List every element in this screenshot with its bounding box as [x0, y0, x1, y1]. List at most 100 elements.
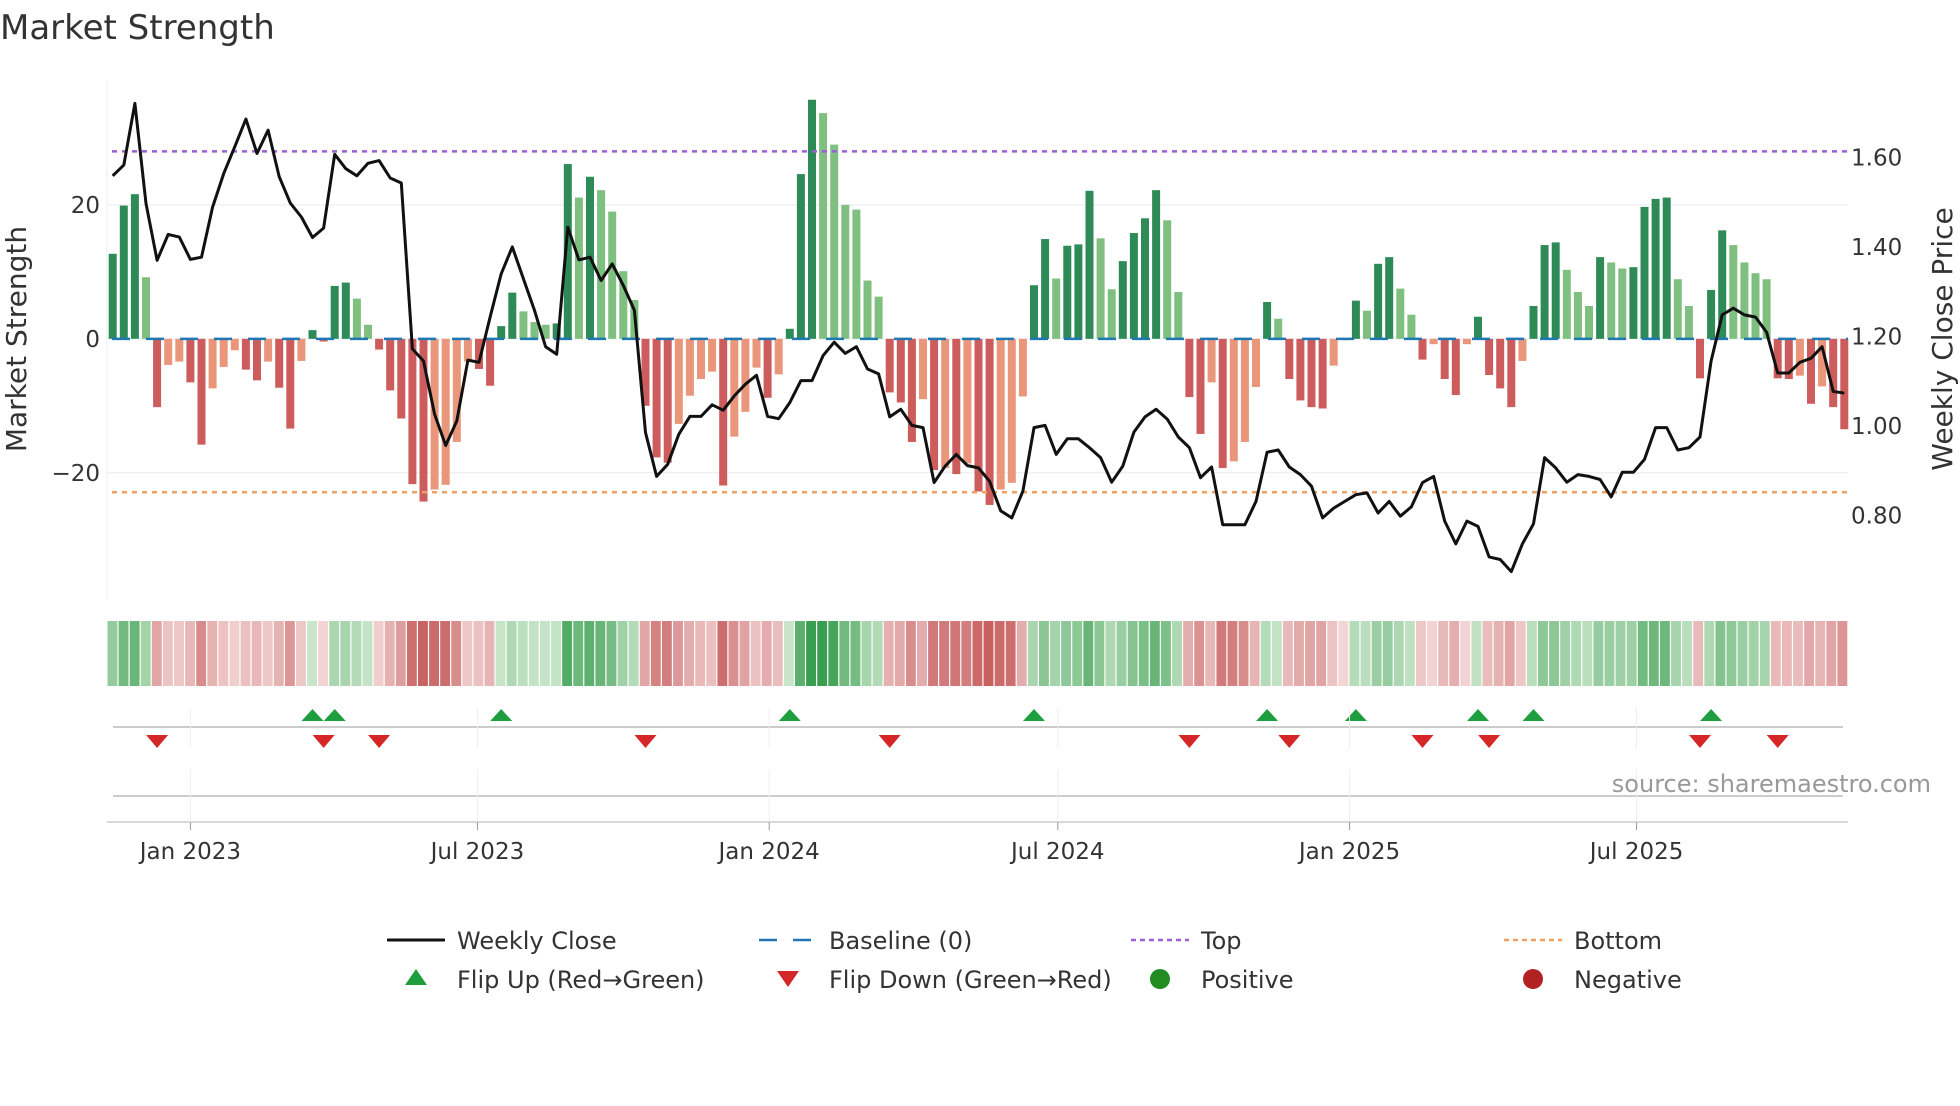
heatmap-cell: [429, 621, 439, 686]
heatmap-cell: [928, 621, 938, 686]
heatmap-cell: [262, 621, 273, 686]
strength-bar: [341, 282, 350, 339]
strength-bar: [108, 253, 117, 339]
heatmap-cell: [1138, 621, 1149, 686]
strength-bar: [1551, 242, 1560, 339]
strength-bar: [819, 113, 828, 339]
heatmap-cell: [1582, 621, 1593, 686]
flip-up-marker: [1023, 709, 1045, 721]
strength-bar: [1596, 257, 1605, 339]
heatmap-cell: [1626, 621, 1637, 686]
flip-up-marker: [1256, 709, 1279, 721]
strength-bar: [1363, 310, 1371, 339]
heatmap-cell: [1759, 621, 1770, 686]
strength-bar: [1618, 268, 1627, 339]
strength-bar: [230, 338, 239, 351]
flip-up-marker: [1344, 709, 1367, 721]
strength-bar: [1795, 338, 1804, 376]
heatmap-cell: [1061, 621, 1072, 686]
strength-bar: [1118, 261, 1127, 339]
strength-bar: [1640, 206, 1649, 339]
flip-up-marker: [1467, 709, 1489, 721]
flip-up-marker: [323, 709, 346, 721]
heatmap-cell: [440, 621, 451, 686]
heatmap-cell: [606, 621, 617, 686]
strength-bar: [275, 338, 284, 388]
flip-down-marker: [1178, 735, 1201, 748]
heatmap-cell: [1338, 621, 1349, 686]
heatmap-cell: [1216, 621, 1227, 686]
heatmap-cell: [584, 621, 595, 686]
heatmap-cell: [1371, 621, 1382, 686]
heatmap-cell: [1571, 621, 1582, 686]
strength-bar: [142, 277, 150, 339]
y-tick-label: 0: [85, 327, 100, 353]
heatmap-cell: [1305, 621, 1316, 686]
strength-bar: [1074, 244, 1083, 339]
heatmap-cell: [395, 621, 406, 686]
strength-bar: [441, 338, 450, 485]
heatmap-cell: [706, 621, 717, 686]
heatmap-cell: [806, 621, 817, 686]
heatmap-cell: [1194, 621, 1205, 686]
x-tick-label: Jul 2025: [1588, 839, 1684, 865]
strength-bar: [1496, 338, 1505, 389]
strength-bar: [1529, 306, 1538, 339]
heatmap-cell: [828, 621, 839, 686]
heatmap-cell: [1737, 621, 1748, 686]
heatmap-cell: [351, 621, 362, 686]
heatmap-cell: [1837, 621, 1848, 686]
chart-title: Market Strength: [0, 8, 275, 48]
heatmap-cell: [783, 621, 794, 686]
strength-bar: [386, 338, 395, 391]
flip-up-marker: [1522, 709, 1545, 721]
heatmap-cell: [1671, 621, 1681, 686]
heatmap-cell: [528, 621, 539, 686]
strength-bar: [197, 338, 206, 445]
heatmap-cell: [1615, 621, 1626, 686]
y2-tick-label: 0.80: [1851, 503, 1902, 529]
flip-up-marker: [301, 709, 324, 721]
heatmap-cell: [1404, 621, 1415, 686]
strength-bar: [1007, 338, 1016, 483]
strength-bar: [1085, 190, 1094, 339]
strength-bar: [1807, 338, 1815, 404]
strength-bar: [1418, 338, 1427, 360]
heatmap-cell: [1149, 621, 1160, 686]
heatmap-cell: [717, 621, 728, 686]
heatmap-cell: [1515, 621, 1526, 686]
legend-label: Flip Up (Red→Green): [457, 966, 705, 994]
heatmap-cell: [1249, 621, 1260, 686]
legend-label: Flip Down (Green→Red): [829, 966, 1112, 994]
strength-bar: [497, 326, 506, 339]
strength-bar: [519, 311, 528, 339]
strength-bar: [1440, 338, 1449, 380]
strength-bar: [708, 338, 717, 372]
flip-down-marker: [312, 735, 335, 748]
strength-bar: [375, 338, 384, 350]
heatmap-cell: [1427, 621, 1438, 686]
legend-label: Bottom: [1574, 927, 1662, 955]
flip-down-marker: [368, 735, 391, 748]
heatmap-cell: [1105, 621, 1116, 686]
heatmap-cell: [1770, 621, 1781, 686]
heatmap-cell: [1038, 621, 1049, 686]
strength-bar: [1673, 279, 1682, 339]
strength-bar: [1307, 338, 1316, 408]
heatmap-cell: [1460, 621, 1471, 686]
strength-bar: [1163, 220, 1172, 339]
heatmap-cell: [939, 621, 950, 686]
strength-bar: [1740, 262, 1749, 339]
legend-label: Top: [1200, 927, 1242, 955]
strength-bar: [1107, 289, 1116, 339]
heatmap-cell: [983, 621, 994, 686]
strength-bar: [830, 144, 839, 339]
market-strength-chart: Market Strength Market Strength Weekly C…: [0, 8, 1959, 994]
strength-bar: [574, 197, 583, 339]
strength-bar: [1329, 338, 1338, 366]
heatmap-cell: [406, 621, 417, 686]
heatmap-cell: [1327, 621, 1338, 686]
strength-bar: [308, 330, 317, 339]
heatmap-cell: [1416, 621, 1426, 686]
heatmap-cell: [340, 621, 351, 686]
